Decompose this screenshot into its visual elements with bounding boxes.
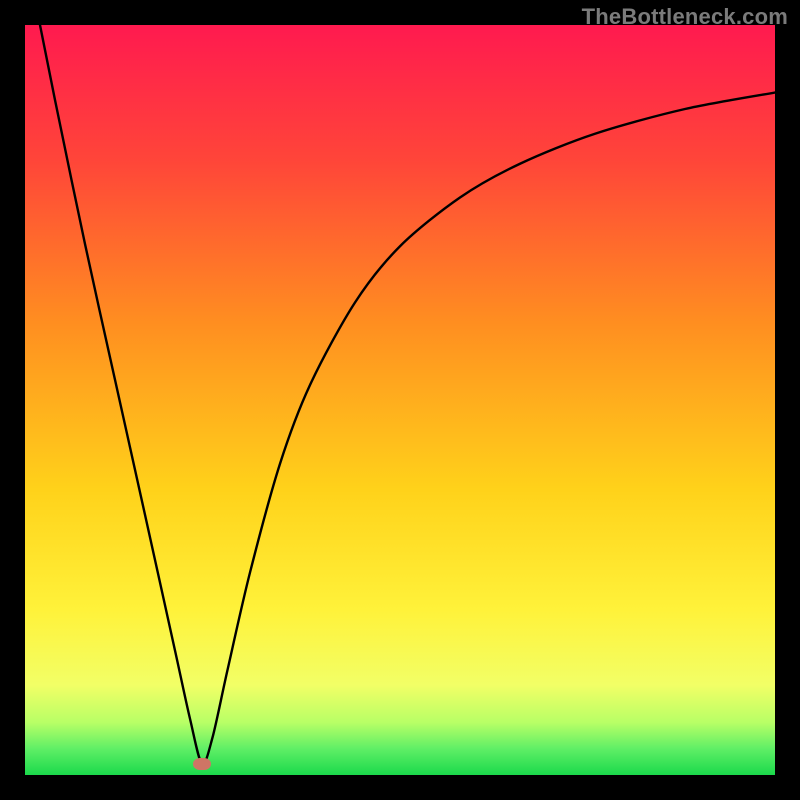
frame-border-right <box>775 0 800 800</box>
frame-border-bottom <box>0 775 800 800</box>
frame-border-left <box>0 0 25 800</box>
watermark-text: TheBottleneck.com <box>582 4 788 30</box>
bottleneck-curve <box>25 25 775 775</box>
chart-root: TheBottleneck.com <box>0 0 800 800</box>
minimum-marker-icon <box>193 758 211 770</box>
